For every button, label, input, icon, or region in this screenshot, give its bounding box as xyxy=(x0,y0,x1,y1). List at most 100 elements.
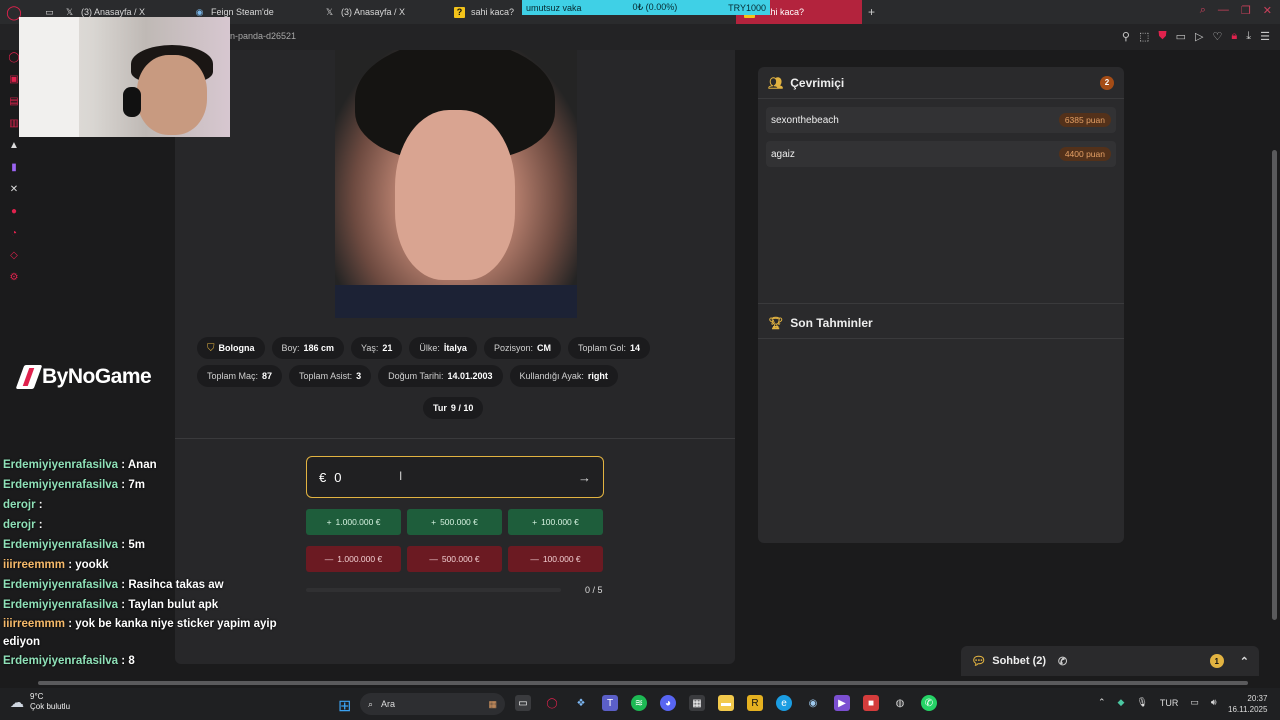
player-info-row-2: Toplam Maç: 87 Toplam Asist: 3 Doğum Tar… xyxy=(197,365,618,387)
chat-widget-label: Sohbet (2) xyxy=(992,655,1047,667)
music-icon[interactable]: ● xyxy=(7,204,21,218)
weather-temp: 9°C xyxy=(30,692,44,701)
chat-username: Erdemiyiyenrafasilva xyxy=(3,459,119,471)
chat-widget[interactable]: 💬︎ Sohbet (2) ✆ 1 ⌃ xyxy=(961,646,1259,676)
divider xyxy=(175,438,735,439)
shapes-icon[interactable]: ◇ xyxy=(7,248,21,262)
search-icon[interactable]: ⌕ xyxy=(1200,4,1206,17)
minus-icon: — xyxy=(324,554,334,564)
increase-buttons: +1.000.000 € +500.000 € +100.000 € xyxy=(306,509,604,535)
steam-icon: ◉ xyxy=(195,6,204,17)
language-indicator[interactable]: TUR xyxy=(1160,698,1179,708)
phone-icon[interactable]: ✆ xyxy=(1058,655,1067,668)
whatsapp-icon[interactable]: ✆ xyxy=(921,695,937,711)
chip-preferred-foot: Kullandığı Ayak: right xyxy=(509,365,618,387)
online-user-row[interactable]: agaiz 4400 puan xyxy=(766,141,1116,167)
spotify-icon[interactable]: ≋ xyxy=(631,695,647,711)
ticker-middle: 0₺ (0.00%) xyxy=(632,2,678,12)
subtract-100000-button[interactable]: —100.000 € xyxy=(508,546,603,572)
chat-message: Erdemiyiyenrafasilva : Anan xyxy=(3,459,157,471)
twitch-icon[interactable]: ▮ xyxy=(7,160,21,174)
x-icon: 𝕏 xyxy=(65,6,74,17)
window-controls: ⌕ — ❐ ✕ xyxy=(1200,4,1272,17)
menu-icon[interactable]: ☰ xyxy=(1260,30,1270,43)
weather-widget[interactable]: ☁ 9°C Çok bulutlu xyxy=(10,692,70,712)
network-app-icon[interactable]: ◆ xyxy=(1118,697,1125,708)
steam-icon[interactable]: ◉ xyxy=(805,695,821,711)
submit-arrow-icon[interactable]: → xyxy=(578,470,591,485)
settings-icon[interactable]: ⚙ xyxy=(7,270,21,284)
chat-message: derojr : xyxy=(3,519,43,531)
vertical-scrollbar[interactable] xyxy=(1271,50,1278,680)
play-icon[interactable]: ▷ xyxy=(1195,30,1203,43)
file-explorer-icon[interactable]: ▬ xyxy=(718,695,734,711)
clapper-icon[interactable]: ▶ xyxy=(834,695,850,711)
windows-start-icon[interactable]: ⊞ xyxy=(338,696,351,716)
task-view-icon[interactable]: ▭ xyxy=(515,695,531,711)
url-text[interactable]: n-panda-d26521 xyxy=(230,31,296,41)
pin-icon[interactable]: ⚲ xyxy=(1122,30,1130,43)
minimize-icon[interactable]: — xyxy=(1218,4,1229,17)
add-500000-button[interactable]: +500.000 € xyxy=(407,509,502,535)
minus-icon: — xyxy=(429,554,438,564)
online-user-points: 6385 puan xyxy=(1058,113,1111,127)
plus-icon: + xyxy=(532,517,538,527)
webcam-overlay xyxy=(19,17,230,137)
obs-icon[interactable]: ◍ xyxy=(892,695,908,711)
cast-icon[interactable]: ▭ xyxy=(1176,30,1186,43)
app-r-icon[interactable]: R xyxy=(747,695,763,711)
store-icon[interactable]: ▦ xyxy=(689,695,705,711)
new-tab-plus-icon[interactable]: + xyxy=(868,5,875,19)
online-user-row[interactable]: sexonthebeach 6385 puan xyxy=(766,107,1116,133)
tab-x-2[interactable]: 𝕏 (3) Anasayfa / X xyxy=(316,0,446,24)
attempts-count: 0 / 5 xyxy=(585,585,603,595)
restore-icon[interactable]: ❐ xyxy=(1241,4,1251,17)
guess-value[interactable]: 0 xyxy=(334,470,341,485)
chevron-up-icon[interactable]: ⌃ xyxy=(1240,655,1249,668)
weather-desc: Çok bulutlu xyxy=(30,702,71,711)
chat-text: 5m xyxy=(128,539,145,551)
chat-username: iiirreemmm xyxy=(3,618,66,630)
minus-icon: — xyxy=(530,554,539,564)
close-icon[interactable]: ✕ xyxy=(1263,4,1272,17)
chat-message: derojr : xyxy=(3,499,43,511)
game-icon[interactable]: ■ xyxy=(863,695,879,711)
snapshot-icon[interactable]: ⬚ xyxy=(1139,30,1149,43)
lock-icon[interactable]: 🔒︎ xyxy=(1231,30,1237,43)
heart-icon[interactable]: ♡ xyxy=(1213,30,1223,43)
shield-icon: ⛉ xyxy=(207,342,215,354)
add-100000-button[interactable]: +100.000 € xyxy=(508,509,603,535)
chip-height: Boy: 186 cm xyxy=(271,337,345,359)
volume-icon[interactable]: 🔊︎ xyxy=(1211,697,1217,708)
chat-text: Taylan bulut apk xyxy=(128,599,219,611)
aria-icon[interactable]: ▲ xyxy=(7,138,21,152)
download-icon[interactable]: ⤓ xyxy=(1246,30,1251,43)
horizontal-scrollbar[interactable] xyxy=(28,680,1268,686)
chat-username: Erdemiyiyenrafasilva xyxy=(3,579,119,591)
mic-icon[interactable]: 🎙︎ xyxy=(1136,697,1147,708)
teams-icon[interactable]: T xyxy=(602,695,618,711)
taskbar-search[interactable]: ⌕ Ara ▦ xyxy=(360,693,505,715)
chat-username: Erdemiyiyenrafasilva xyxy=(3,539,119,551)
subtract-500000-button[interactable]: —500.000 € xyxy=(407,546,502,572)
cloud-icon: ☁ xyxy=(10,693,24,710)
shield-icon[interactable]: ⛊ xyxy=(1158,30,1166,43)
display-icon[interactable]: ▭ xyxy=(1190,697,1199,708)
edge-icon[interactable]: e xyxy=(776,695,792,711)
subtract-1000000-button[interactable]: —1.000.000 € xyxy=(306,546,401,572)
x-icon[interactable]: ✕ xyxy=(7,182,21,196)
opera-gx-icon[interactable]: ◯ xyxy=(544,695,560,711)
taskbar-clock[interactable]: 20:37 16.11.2025 xyxy=(1228,693,1267,715)
sponsor-name: ByNoGame xyxy=(42,365,152,388)
chat-text: 8 xyxy=(128,655,135,667)
copilot-icon[interactable]: ❖ xyxy=(573,695,589,711)
online-count-badge: 2 xyxy=(1100,75,1114,90)
discord-icon[interactable]: ◕ xyxy=(660,695,676,711)
x-icon: 𝕏 xyxy=(325,6,334,17)
add-1000000-button[interactable]: +1.000.000 € xyxy=(306,509,401,535)
notification-badge: 1 xyxy=(1209,654,1224,668)
chevron-up-icon[interactable]: ⌃ xyxy=(1098,697,1106,708)
history-icon[interactable]: ◔ xyxy=(7,226,21,240)
price-guess-input[interactable]: € 0 I → xyxy=(306,456,604,498)
panel-divider xyxy=(758,303,1124,304)
